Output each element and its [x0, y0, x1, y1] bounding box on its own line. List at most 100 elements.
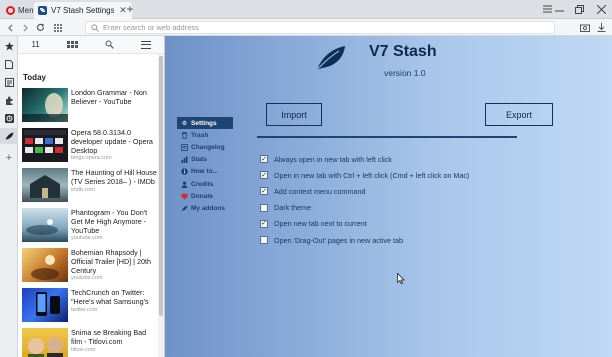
download-button[interactable]: [595, 21, 608, 34]
app-title: V7 Stash: [369, 43, 437, 60]
credits-icon: [181, 181, 188, 188]
grid-view-icon[interactable]: [66, 41, 78, 48]
import-button[interactable]: Import: [266, 103, 322, 126]
history-thumbnail: [22, 248, 68, 282]
checkbox[interactable]: ✓: [260, 155, 268, 164]
history-item[interactable]: The Haunting of Hill House (TV Series 20…: [18, 166, 158, 206]
settings-options: ✓ Always open in new tab with left click…: [260, 151, 469, 248]
sidebar-history-button[interactable]: [3, 112, 15, 124]
settings-nav: ⚙ Settings Trash Changelog Stats How to.…: [177, 117, 233, 215]
export-button[interactable]: Export: [485, 103, 553, 126]
history-item[interactable]: London Grammar - Non Believer - YouTube: [18, 86, 158, 126]
option-context-menu[interactable]: ✓ Add context menu command: [260, 183, 469, 199]
history-count[interactable]: 11: [31, 40, 39, 49]
arrow-right-icon: [23, 24, 28, 31]
nav-item-donate[interactable]: Donate: [177, 190, 233, 202]
history-item-title: Phantogram - You Don't Get Me High Anymo…: [71, 208, 148, 235]
nav-item-label: Trash: [191, 131, 209, 139]
checkbox[interactable]: ✓: [260, 171, 268, 180]
history-thumbnail: [22, 328, 68, 357]
checkbox[interactable]: ✓: [260, 187, 268, 196]
v7stash-logo-icon: [316, 46, 345, 71]
history-item[interactable]: Opera 58.0.3134.0 developer update - Ope…: [18, 126, 158, 166]
tab-title: V7 Stash Settings: [51, 6, 114, 15]
history-item-title: Snima se Breaking Bad film - Titlovi.com: [71, 328, 147, 346]
nav-item-label: Credits: [191, 180, 214, 188]
nav-item-trash[interactable]: Trash: [177, 129, 233, 141]
option-drag-out-active-tab[interactable]: Open 'Drag-Out' pages in new active tab: [260, 232, 469, 248]
option-ctrl-click-new-tab[interactable]: ✓ Open in new tab with Ctrl + left click…: [260, 167, 469, 183]
app-version: version 1.0: [384, 68, 426, 78]
panel-scrollbar[interactable]: [158, 54, 164, 357]
nav-item-label: Settings: [191, 119, 217, 127]
sidebar-v7stash-button[interactable]: [0, 128, 18, 144]
history-item[interactable]: Phantogram - You Don't Get Me High Anymo…: [18, 206, 158, 246]
history-item-title: The Haunting of Hill House (TV Series 20…: [71, 168, 157, 186]
reload-icon: [36, 23, 45, 31]
minimize-icon: [554, 10, 564, 12]
history-thumbnail: [22, 208, 68, 242]
history-item[interactable]: TechCrunch on Twitter: "Here's what Sams…: [18, 286, 158, 326]
address-bar: Enter search or web address: [0, 19, 612, 36]
option-label: Add context menu command: [274, 186, 366, 196]
snapshot-button[interactable]: [578, 21, 591, 34]
star-icon: [4, 41, 14, 50]
new-tab-button[interactable]: +: [124, 3, 136, 15]
mouse-cursor-icon: [397, 273, 405, 284]
restore-icon: [574, 4, 584, 14]
sidebar-extensions-button[interactable]: [3, 94, 15, 106]
howto-icon: [181, 168, 188, 176]
history-item[interactable]: Snima se Breaking Bad film - Titlovi.com…: [18, 326, 158, 357]
panel-scrollbar-thumb[interactable]: [159, 56, 163, 316]
option-always-open-new-tab[interactable]: ✓ Always open in new tab with left click: [260, 151, 469, 167]
download-icon: [597, 23, 606, 32]
stats-icon: [181, 156, 188, 164]
news-icon: [4, 77, 14, 87]
history-thumbnail: [22, 288, 68, 322]
changelog-icon: [181, 144, 188, 151]
maximize-button[interactable]: [568, 1, 590, 17]
nav-item-credits[interactable]: Credits: [177, 178, 233, 190]
sidebar-bookmarks-button[interactable]: [3, 40, 15, 52]
history-thumbnail: [22, 88, 68, 122]
v7stash-settings-page: V7 Stash version 1.0 ⚙ Settings Trash Ch…: [165, 36, 612, 357]
v7stash-favicon-icon: [38, 6, 47, 15]
nav-item-label: Stats: [191, 156, 207, 164]
history-item[interactable]: Bohemian Rhapsody | Official Trailer [HD…: [18, 246, 158, 286]
speed-dial-button[interactable]: [51, 21, 64, 34]
sidebar-personal-news-button[interactable]: [3, 58, 15, 70]
tab-v7-stash-settings[interactable]: V7 Stash Settings ✕: [34, 2, 132, 19]
gear-icon: ⚙: [181, 120, 188, 127]
search-icon[interactable]: [105, 40, 114, 49]
option-new-tab-next-to-current[interactable]: ✓ Open new tab next to current: [260, 216, 469, 232]
sidebar-news-button[interactable]: [3, 76, 15, 88]
option-label: Open 'Drag-Out' pages in new active tab: [274, 235, 403, 245]
arrow-left-icon: [7, 24, 12, 31]
nav-item-settings[interactable]: ⚙ Settings: [177, 117, 233, 130]
history-item-domain: imdb.com: [71, 186, 95, 193]
back-button[interactable]: [4, 21, 17, 34]
nav-item-label: Changelog: [191, 143, 225, 151]
option-label: Dark theme: [274, 203, 312, 213]
speed-dial-icon: [53, 23, 62, 32]
nav-item-stats[interactable]: Stats: [177, 154, 233, 166]
heart-icon: [181, 193, 188, 200]
forward-button[interactable]: [18, 21, 31, 34]
reload-button[interactable]: [34, 21, 47, 34]
minimize-button[interactable]: [548, 1, 570, 17]
address-field[interactable]: Enter search or web address: [85, 21, 555, 34]
nav-item-how-to[interactable]: How to...: [177, 166, 233, 178]
checkbox[interactable]: [260, 236, 268, 245]
nav-item-my-addons[interactable]: My addons: [177, 202, 233, 214]
nav-item-changelog[interactable]: Changelog: [177, 141, 233, 153]
checkbox[interactable]: ✓: [260, 219, 268, 228]
address-placeholder: Enter search or web address: [103, 23, 199, 32]
menu-icon[interactable]: [140, 40, 151, 49]
v7stash-icon: [5, 132, 13, 140]
section-heading-today: Today: [23, 73, 46, 82]
sidebar-add-button[interactable]: +: [3, 152, 15, 164]
camera-icon: [579, 24, 590, 32]
option-dark-theme[interactable]: Dark theme: [260, 200, 469, 216]
checkbox[interactable]: [260, 203, 268, 212]
close-window-button[interactable]: [590, 1, 612, 17]
